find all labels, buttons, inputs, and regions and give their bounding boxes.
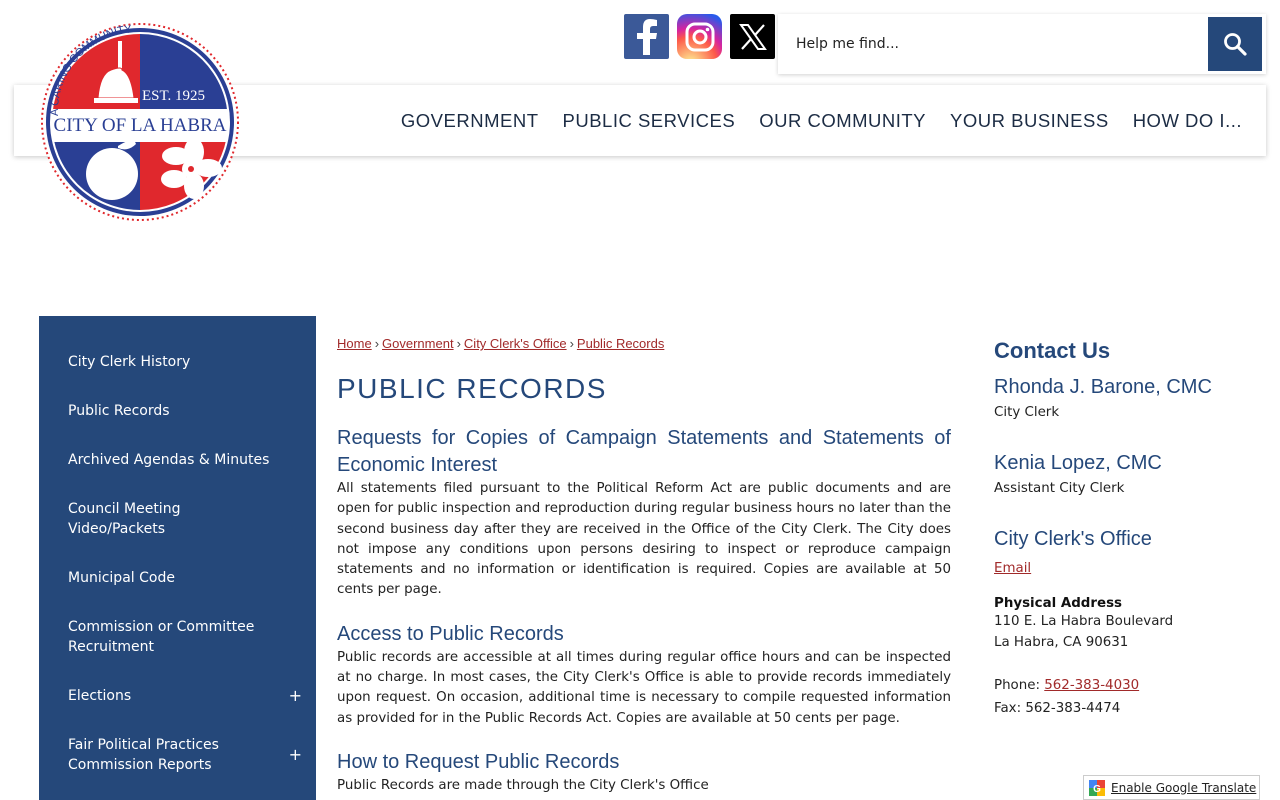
phone-label: Phone: <box>994 678 1040 693</box>
sidebar: City Clerk History Public Records Archiv… <box>39 316 316 800</box>
address-line: La Habra, CA 90631 <box>994 634 1129 650</box>
office-name: City Clerk's Office <box>994 528 1152 550</box>
sidebar-item-fppc-reports[interactable]: Fair Political Practices Commission Repo… <box>39 725 316 785</box>
breadcrumb-city-clerk[interactable]: City Clerk's Office <box>464 336 567 351</box>
search-icon <box>1224 33 1247 56</box>
contact-name: Kenia Lopez, CMC <box>994 452 1162 474</box>
main-content: Home › Government › City Clerk's Office › Publ… <box>337 336 951 796</box>
sidebar-item-public-records[interactable]: Public Records <box>39 391 316 431</box>
expand-icon[interactable]: + <box>289 686 302 706</box>
search-box <box>778 14 1266 74</box>
sidebar-item-council-meeting-video[interactable]: Council Meeting Video/Packets <box>39 489 316 549</box>
section-heading: How to Request Public Records <box>337 750 620 773</box>
section-body: Public records are accessible at all tim… <box>337 649 951 726</box>
nav-government[interactable]: GOVERNMENT <box>401 110 539 132</box>
google-icon: G <box>1089 779 1105 796</box>
translate-label: Enable Google Translate <box>1111 780 1257 795</box>
nav-our-community[interactable]: OUR COMMUNITY <box>759 110 926 132</box>
phone-link[interactable]: 562-383-4030 <box>1044 678 1139 693</box>
email-link[interactable]: Email <box>994 561 1031 576</box>
contact-title: Contact Us <box>994 338 1111 363</box>
breadcrumb-home[interactable]: Home <box>337 336 372 351</box>
search-button[interactable] <box>1208 17 1262 71</box>
page-title: PUBLIC RECORDS <box>337 373 607 404</box>
instagram-icon[interactable] <box>677 14 722 59</box>
fax: Fax: 562-383-4474 <box>994 700 1121 716</box>
social-links <box>624 14 775 59</box>
sidebar-item-municipal-code[interactable]: Municipal Code <box>39 558 316 598</box>
logo-city-name: CITY OF LA HABRA <box>54 115 227 136</box>
logo-est: EST. 1925 <box>142 88 205 104</box>
contact-panel: Contact Us Rhonda J. Barone, CMC City Cl… <box>994 338 1264 719</box>
contact-role: City Clerk <box>994 405 1060 420</box>
contact-name: Rhonda J. Barone, CMC <box>994 376 1212 398</box>
section-body: All statements filed pursuant to the Pol… <box>337 481 952 598</box>
search-input[interactable] <box>778 14 1208 74</box>
phone-row: Phone: 562-383-4030 <box>994 676 1264 697</box>
city-logo[interactable]: EST. 1925 CITY OF LA HABRA A CARING COMM… <box>36 16 242 222</box>
address-label: Physical Address <box>994 596 1123 611</box>
section-heading: Access to Public Records <box>337 622 564 645</box>
facebook-icon[interactable] <box>624 14 669 59</box>
x-twitter-icon[interactable] <box>730 14 775 59</box>
main-nav: GOVERNMENT PUBLIC SERVICES OUR COMMUNITY… <box>401 85 1242 156</box>
expand-icon[interactable]: + <box>289 745 302 765</box>
breadcrumb-public-records[interactable]: Public Records <box>577 336 664 351</box>
address-line: 110 E. La Habra Boulevard <box>994 614 1174 629</box>
section-body: Public Records are made through the City… <box>337 777 709 793</box>
breadcrumb: Home › Government › City Clerk's Office › Publ… <box>337 336 665 351</box>
nav-your-business[interactable]: YOUR BUSINESS <box>950 110 1109 132</box>
sidebar-item-archived-agendas[interactable]: Archived Agendas & Minutes <box>39 440 316 480</box>
sidebar-item-city-clerk-history[interactable]: City Clerk History <box>39 342 316 382</box>
contact-role: Assistant City Clerk <box>994 481 1125 496</box>
nav-public-services[interactable]: PUBLIC SERVICES <box>563 110 736 132</box>
sidebar-item-commission-recruitment[interactable]: Commission or Committee Recruitment <box>39 607 316 667</box>
svg-text:G: G <box>1093 784 1101 795</box>
nav-how-do-i[interactable]: HOW DO I... <box>1133 110 1242 132</box>
breadcrumb-government[interactable]: Government <box>382 336 454 351</box>
google-translate-button[interactable]: G Enable Google Translate <box>1083 775 1260 800</box>
sidebar-item-elections[interactable]: Elections + <box>39 676 316 716</box>
section-heading: Requests for Copies of Campaign Statemen… <box>337 427 951 476</box>
